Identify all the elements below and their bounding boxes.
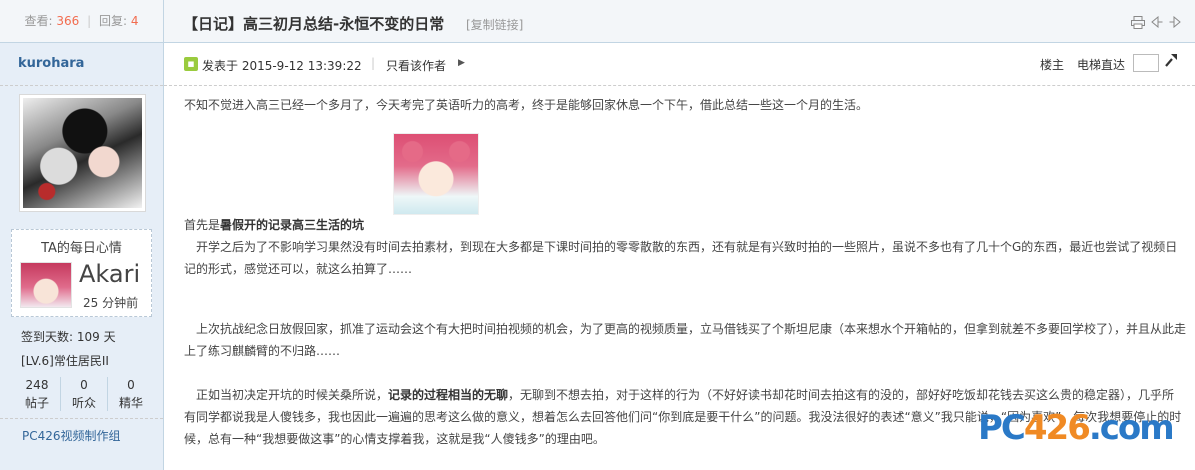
avatar-image[interactable] — [23, 98, 142, 208]
posted-time: 发表于 2015-9-12 13:39:22 — [202, 59, 362, 73]
meta-separator: | — [371, 56, 376, 70]
only-author-link[interactable]: 只看该作者 — [386, 57, 446, 74]
post-meta-bar: ▪ 发表于 2015-9-12 13:39:22 | 只看该作者 ▶ 楼主 电梯… — [164, 43, 1195, 86]
replies-count: 4 — [130, 14, 139, 28]
thread-title-bar: 【日记】高三初月总结-永恒不变的日常 [复制链接] — [164, 0, 1195, 43]
posts-label[interactable]: 帖子 — [14, 395, 60, 411]
checkin-days: 签到天数: 109 天 — [21, 330, 116, 344]
views-count: 366 — [56, 14, 80, 28]
stats-separator: | — [87, 14, 92, 28]
digest-count[interactable]: 0 — [108, 377, 154, 393]
jump-label: 电梯直达 — [1077, 58, 1126, 72]
paragraph-school: 开学之后为了不影响学习果然没有时间去拍素材，到现在大多都是下课时间拍的零零散散的… — [184, 240, 1178, 276]
author-sidebar: 查看: 366 | 回复: 4 kurohara TA的每日心情 Akari 2… — [0, 0, 164, 470]
views-label: 查看: — [24, 14, 53, 28]
posts-count[interactable]: 248 — [14, 377, 60, 393]
meaning-text-a: 正如当初决定开坑的时候关桑所说， — [184, 388, 389, 402]
digest-label[interactable]: 精华 — [108, 395, 154, 411]
followers-count[interactable]: 0 — [61, 377, 107, 393]
next-thread-icon[interactable] — [1169, 15, 1181, 31]
mood-title: TA的每日心情 — [41, 241, 122, 256]
watermark-part3: .com — [1088, 408, 1175, 448]
paragraph-intro: 不知不觉进入高三已经一个多月了，今天考完了英语听力的高考，终于是能够回家休息一个… — [184, 98, 869, 112]
sidebar-divider — [0, 418, 163, 419]
paragraph-steadicam: 上次抗战纪念日放假回家，抓准了运动会这个有大把时间拍视频的机会，为了更高的视频质… — [184, 322, 1187, 358]
posts-count-cell[interactable]: 248 帖子 — [14, 377, 60, 411]
paragraph-heading: 首先是暑假开的记录高三生活的坑 — [184, 214, 1186, 236]
digest-count-cell[interactable]: 0 精华 — [107, 377, 154, 411]
thread-stats: 查看: 366 | 回复: 4 — [0, 0, 163, 43]
author-name[interactable]: kurohara — [0, 43, 163, 86]
online-status-icon: ▪ — [184, 57, 198, 71]
replies-label: 回复: — [98, 14, 128, 28]
play-arrow-icon: ▶ — [458, 58, 465, 68]
mood-time: 25 分钟前 — [83, 296, 139, 310]
watermark-part2: 426 — [1023, 408, 1091, 448]
floor-jump-input[interactable] — [1133, 54, 1159, 72]
user-group-link[interactable]: PC426视频制作组 — [22, 427, 121, 444]
prev-thread-icon[interactable] — [1151, 15, 1163, 31]
heading-plain: 首先是 — [184, 218, 221, 232]
post-content: 不知不觉进入高三已经一个多月了，今天考完了英语听力的高考，终于是能够回家休息一个… — [184, 94, 1186, 450]
daily-mood-box: TA的每日心情 Akari 25 分钟前 — [11, 229, 152, 317]
title-actions — [1131, 15, 1181, 31]
watermark-part1: PC — [978, 408, 1026, 448]
emoticon-image — [393, 133, 479, 215]
followers-label[interactable]: 听众 — [61, 395, 107, 411]
user-level[interactable]: [LV.6]常住居民II — [21, 352, 109, 369]
user-counts: 248 帖子 0 听众 0 精华 — [14, 377, 154, 411]
floor-label: 楼主 — [1040, 58, 1065, 72]
mood-name: Akari — [79, 260, 141, 288]
heading-bold: 暑假开的记录高三生活的坑 — [220, 218, 365, 232]
copy-link-button[interactable]: [复制链接] — [466, 16, 523, 33]
jump-go-icon[interactable] — [1163, 52, 1179, 72]
print-icon[interactable] — [1131, 16, 1145, 31]
followers-count-cell[interactable]: 0 听众 — [60, 377, 107, 411]
meaning-bold: 记录的过程相当的无聊 — [388, 388, 509, 402]
site-watermark: PC426.com — [978, 408, 1175, 448]
mood-avatar-image — [20, 262, 72, 308]
page-title: 【日记】高三初月总结-永恒不变的日常 — [183, 15, 445, 33]
avatar[interactable] — [19, 94, 146, 212]
